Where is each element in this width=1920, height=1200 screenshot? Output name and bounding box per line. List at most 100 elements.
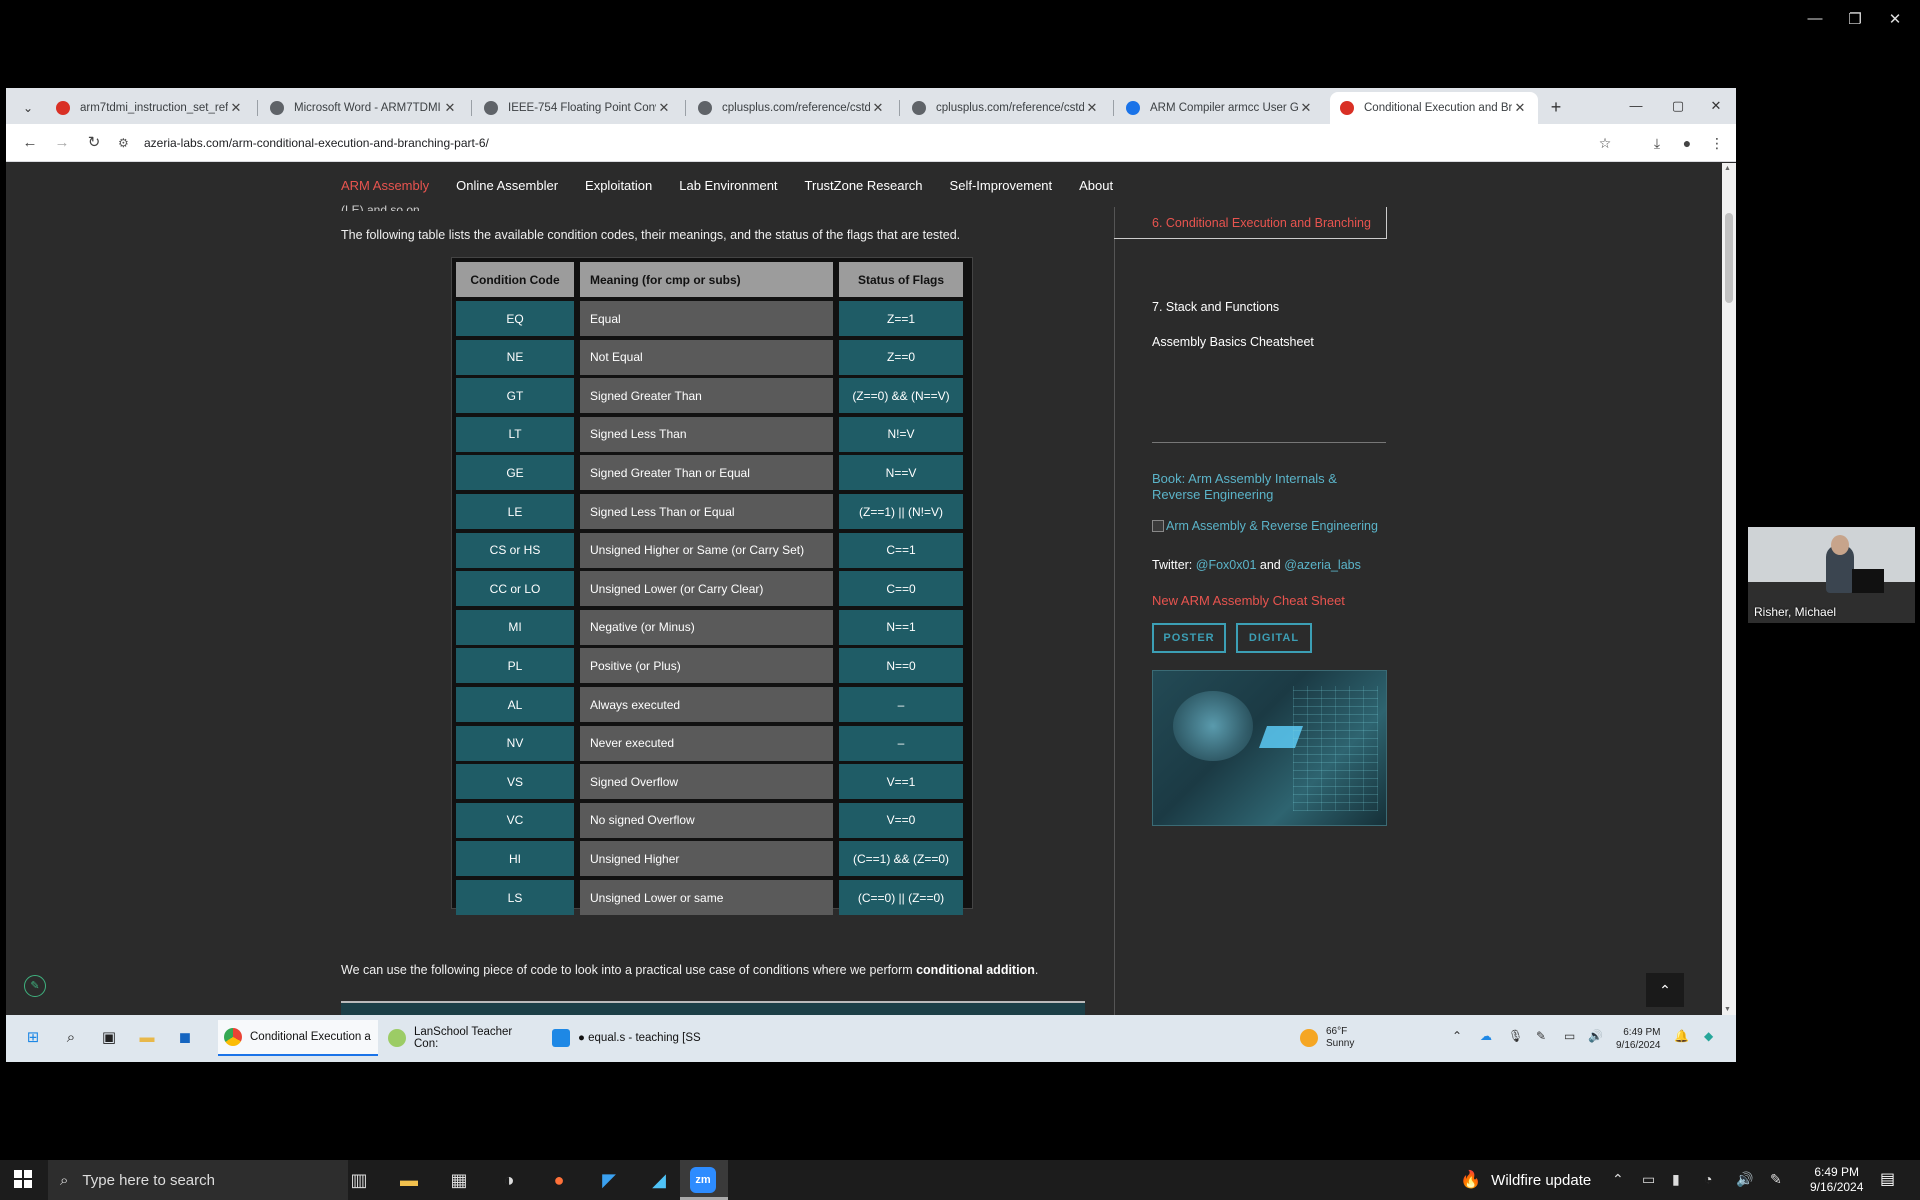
browser-minimize-button[interactable]: —	[1616, 94, 1656, 118]
download-icon[interactable]: ⤓	[1646, 132, 1668, 154]
tray-volume-icon[interactable]: 🔊	[1588, 1029, 1603, 1043]
outer-restore-button[interactable]: ❐	[1840, 10, 1870, 28]
nav-online-assembler[interactable]: Online Assembler	[456, 178, 558, 193]
site-info-icon[interactable]: ⚙	[118, 136, 134, 150]
sidebar-item-stack-functions[interactable]: 7. Stack and Functions	[1152, 300, 1279, 314]
nav-exploitation[interactable]: Exploitation	[585, 178, 652, 193]
browser-tab[interactable]: Conditional Execution and Bran ✕	[1330, 92, 1538, 124]
nav-lab-environment[interactable]: Lab Environment	[679, 178, 777, 193]
remote-clock[interactable]: 6:49 PM 9/16/2024	[1616, 1026, 1661, 1052]
sketch-app-icon[interactable]: ◢	[646, 1167, 672, 1193]
browser-tab[interactable]: cplusplus.com/reference/cstdi ✕	[902, 92, 1110, 124]
outer-minimize-button[interactable]: —	[1800, 10, 1830, 27]
calculator-icon[interactable]: ▦	[446, 1167, 472, 1193]
browser-tab[interactable]: IEEE-754 Floating Point Conver ✕	[474, 92, 682, 124]
tab-close-icon[interactable]: ✕	[1512, 100, 1528, 116]
scrollbar-thumb[interactable]	[1725, 213, 1733, 303]
search-icon[interactable]: ⌕	[60, 1027, 82, 1049]
scroll-up-icon[interactable]: ▲	[1724, 165, 1731, 172]
meaning-cell: Positive (or Plus)	[580, 648, 833, 684]
book-image-link[interactable]: Arm Assembly & Reverse Engineering	[1152, 519, 1378, 533]
taskbar-app-chrome[interactable]: Conditional Execution a	[218, 1020, 378, 1056]
tab-close-icon[interactable]: ✕	[1084, 100, 1100, 116]
tray-network-icon[interactable]: ▭	[1642, 1171, 1655, 1188]
meaning-cell: Signed Overflow	[580, 764, 833, 800]
meaning-cell: Signed Greater Than or Equal	[580, 455, 833, 491]
browser-maximize-button[interactable]: ▢	[1658, 94, 1698, 118]
vscode-icon[interactable]: ◤	[596, 1167, 622, 1193]
twitter-fox-link[interactable]: @Fox0x01	[1196, 558, 1257, 572]
weather-widget[interactable]: 66°F Sunny	[1300, 1026, 1354, 1050]
tab-close-icon[interactable]: ✕	[442, 100, 458, 116]
task-view-icon[interactable]: ▥	[346, 1167, 372, 1193]
tray-pen-icon[interactable]: ✎	[1770, 1171, 1782, 1188]
tray-cloud-icon[interactable]: ☁	[1480, 1029, 1492, 1043]
meaning-cell: Signed Greater Than	[580, 378, 833, 414]
book-link[interactable]: Book: Arm Assembly Internals & Reverse E…	[1152, 471, 1382, 503]
app-icon[interactable]: ◑	[496, 1167, 522, 1193]
tab-search-icon[interactable]: ⌄	[14, 97, 42, 119]
windows-start-button[interactable]	[14, 1170, 32, 1188]
reload-icon[interactable]: ↻	[82, 132, 106, 154]
sidebar-item-conditional-execution[interactable]: 6. Conditional Execution and Branching	[1114, 207, 1387, 239]
video-thumbnail[interactable]: Risher, Michael	[1748, 527, 1915, 623]
sidebar-separator	[1152, 442, 1386, 443]
edit-pencil-icon[interactable]: ✎	[24, 975, 46, 997]
nav-self-improvement[interactable]: Self-Improvement	[950, 178, 1053, 193]
notification-bell-icon[interactable]: 🔔	[1674, 1029, 1689, 1043]
taskbar-app-lanschool[interactable]: LanSchool Teacher Con:	[382, 1020, 532, 1056]
tray-chevron-icon[interactable]: ⌃	[1612, 1171, 1624, 1188]
sidebar-divider	[1114, 207, 1115, 1015]
url-input[interactable]: ⚙ azeria-labs.com/arm-conditional-execut…	[118, 129, 1618, 157]
condition-code-cell: GE	[456, 455, 574, 491]
store-icon[interactable]: ◼	[174, 1027, 196, 1049]
task-view-icon[interactable]: ▣	[98, 1027, 120, 1049]
sidebar-item-cheatsheet[interactable]: Assembly Basics Cheatsheet	[1152, 335, 1314, 349]
tray-display-icon[interactable]: ▭	[1564, 1029, 1575, 1043]
tab-close-icon[interactable]: ✕	[656, 100, 672, 116]
back-to-top-button[interactable]: ⌃	[1646, 973, 1684, 1007]
browser-close-button[interactable]: ✕	[1696, 94, 1736, 118]
copilot-icon[interactable]: ◆	[1704, 1029, 1713, 1043]
file-explorer-icon[interactable]: ▬	[396, 1167, 422, 1193]
nav-about[interactable]: About	[1079, 178, 1113, 193]
cheat-sheet-poster-image[interactable]	[1152, 670, 1387, 826]
new-tab-button[interactable]: +	[1542, 94, 1570, 120]
taskbar-app-vscode[interactable]: ● equal.s - teaching [SS	[546, 1020, 706, 1056]
firefox-icon[interactable]: ●	[546, 1167, 572, 1193]
tray-wifi-icon[interactable]: ◔	[1704, 1171, 1712, 1187]
back-icon[interactable]: ←	[18, 132, 42, 154]
profile-avatar-icon[interactable]: ●	[1676, 132, 1698, 154]
twitter-azeria-link[interactable]: @azeria_labs	[1284, 558, 1361, 572]
tray-battery-icon[interactable]: ▮	[1672, 1171, 1680, 1188]
nav-trustzone-research[interactable]: TrustZone Research	[805, 178, 923, 193]
nav-arm-assembly[interactable]: ARM Assembly	[341, 178, 429, 193]
taskbar-search-box[interactable]: ⌕ Type here to search	[48, 1160, 348, 1200]
scroll-down-icon[interactable]: ▼	[1724, 1006, 1731, 1013]
bookmark-star-icon[interactable]: ☆	[1594, 132, 1616, 154]
digital-button[interactable]: DIGITAL	[1236, 623, 1312, 653]
page-scrollbar[interactable]: ▲ ▼	[1722, 163, 1736, 1015]
tab-close-icon[interactable]: ✕	[228, 100, 244, 116]
tray-mic-icon[interactable]: 🎙	[1508, 1029, 1523, 1043]
outer-close-button[interactable]: ✕	[1880, 10, 1910, 28]
file-explorer-icon[interactable]: ▬	[136, 1027, 158, 1049]
forward-icon[interactable]: →	[50, 132, 74, 154]
browser-tab[interactable]: Microsoft Word - ARM7TDMI In ✕	[260, 92, 468, 124]
browser-menu-icon[interactable]: ⋮	[1706, 132, 1728, 154]
notification-center-icon[interactable]: ▤	[1880, 1169, 1895, 1189]
local-clock[interactable]: 6:49 PM 9/16/2024	[1810, 1165, 1863, 1195]
browser-tab[interactable]: cplusplus.com/reference/cstdi ✕	[688, 92, 896, 124]
browser-tab[interactable]: ARM Compiler armcc User Guid ✕	[1116, 92, 1324, 124]
wildfire-news-widget[interactable]: 🔥 Wildfire update	[1460, 1170, 1591, 1190]
tray-volume-icon[interactable]: 🔊	[1736, 1171, 1753, 1188]
tray-chevron-icon[interactable]: ⌃	[1452, 1029, 1462, 1043]
windows-start-icon[interactable]: ⊞	[22, 1027, 44, 1049]
tab-title: cplusplus.com/reference/cstdi	[936, 102, 1084, 114]
tab-close-icon[interactable]: ✕	[870, 100, 886, 116]
tray-pen-icon[interactable]: ✎	[1536, 1029, 1546, 1043]
browser-tab[interactable]: arm7tdmi_instruction_set_refer ✕	[46, 92, 254, 124]
zoom-icon[interactable]: zm	[690, 1167, 716, 1193]
tab-close-icon[interactable]: ✕	[1298, 100, 1314, 116]
poster-button[interactable]: POSTER	[1152, 623, 1226, 653]
